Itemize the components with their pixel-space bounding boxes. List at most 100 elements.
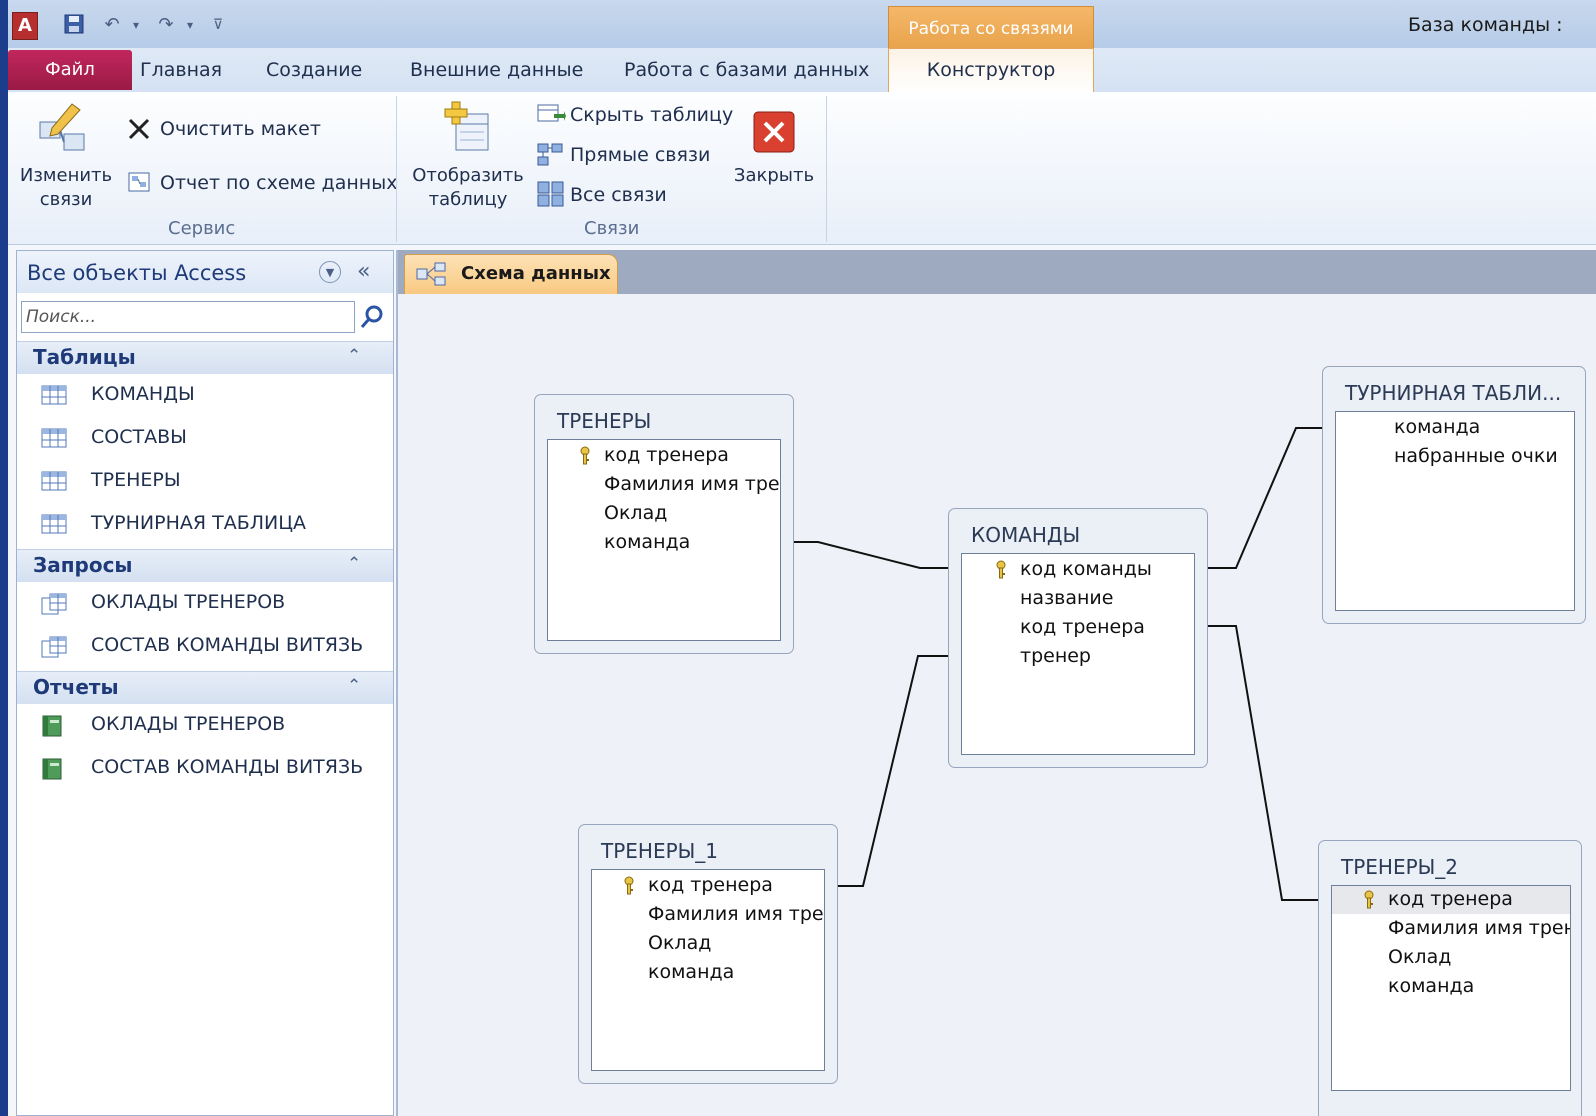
nav-section-queries[interactable]: Запросы ⌃ — [17, 549, 393, 582]
tab-home[interactable]: Главная — [140, 48, 222, 92]
schema-report-icon[interactable] — [126, 170, 152, 194]
nav-item-report[interactable]: ОКЛАДЫ ТРЕНЕРОВ — [17, 705, 393, 745]
navigation-pane-header[interactable]: Все объекты Access ▼ « — [17, 251, 393, 293]
nav-item-table[interactable]: КОМАНДЫ — [17, 375, 393, 415]
access-app-icon[interactable]: A — [12, 12, 38, 40]
search-input[interactable]: Поиск... — [21, 301, 355, 333]
ribbon-group-divider — [826, 96, 827, 242]
ribbon-tab-row: Файл Главная Создание Внешние данные Раб… — [8, 48, 1596, 94]
query-icon — [41, 593, 67, 615]
field-name[interactable]: тренер — [1020, 645, 1091, 667]
nav-section-tables[interactable]: Таблицы ⌃ — [17, 341, 393, 374]
table-window-komandy[interactable]: КОМАНДЫ код команды название код тренера… — [948, 508, 1208, 768]
document-area: Схема данных ТРЕНЕРЫ код тренера Фамилия… — [396, 250, 1596, 1116]
direct-relationships-button[interactable]: Прямые связи — [570, 144, 710, 166]
field-name[interactable]: код команды — [1020, 558, 1152, 580]
field-name[interactable]: Оклад — [1388, 946, 1451, 968]
context-tab-group-header: Работа со связями — [888, 6, 1094, 50]
ribbon: Изменить связи Очистить макет Отчет по с… — [8, 92, 1596, 245]
edit-relationships-icon[interactable] — [36, 100, 92, 156]
field-name[interactable]: команда — [1388, 975, 1474, 997]
search-icon[interactable] — [357, 301, 387, 333]
shutter-bar-collapse-icon[interactable]: « — [357, 259, 370, 284]
table-window-turnir[interactable]: ТУРНИРНАЯ ТАБЛИ... команда набранные очк… — [1322, 366, 1586, 624]
table-window-title[interactable]: ТРЕНЕРЫ — [557, 409, 651, 433]
redo-icon[interactable]: ↷ — [154, 13, 178, 37]
table-icon — [41, 514, 67, 534]
undo-dropdown-icon[interactable]: ▾ — [124, 13, 148, 37]
tab-database-tools[interactable]: Работа с базами данных — [624, 48, 869, 92]
edit-relationships-label[interactable]: Изменить — [14, 164, 118, 188]
field-name[interactable]: Оклад — [648, 932, 711, 954]
schema-report-button[interactable]: Отчет по схеме данных — [160, 172, 397, 194]
field-name[interactable]: набранные очки — [1394, 445, 1558, 467]
group-service-label: Сервис — [168, 218, 236, 239]
nav-section-reports[interactable]: Отчеты ⌃ — [17, 671, 393, 704]
tab-file[interactable]: Файл — [8, 50, 132, 90]
show-table-label[interactable]: Отобразить — [410, 164, 526, 188]
nav-item-table[interactable]: ТУРНИРНАЯ ТАБЛИЦА — [17, 504, 393, 544]
tab-relationships[interactable]: Схема данных — [404, 254, 618, 294]
chevron-up-icon[interactable]: ⌃ — [347, 676, 361, 696]
tab-create[interactable]: Создание — [266, 48, 362, 92]
field-list[interactable]: код тренера Фамилия имя трен Оклад коман… — [547, 439, 781, 641]
save-icon[interactable] — [62, 13, 86, 37]
field-name[interactable]: Оклад — [604, 502, 667, 524]
undo-icon[interactable]: ↶ — [100, 13, 124, 37]
field-name[interactable]: команда — [1394, 416, 1480, 438]
redo-dropdown-icon[interactable]: ▾ — [178, 13, 202, 37]
field-list[interactable]: код тренера Фамилия имя трен Оклад коман… — [1331, 885, 1571, 1091]
nav-item-table[interactable]: ТРЕНЕРЫ — [17, 461, 393, 501]
table-window-title[interactable]: ТУРНИРНАЯ ТАБЛИ... — [1345, 381, 1561, 405]
field-name[interactable]: команда — [648, 961, 734, 983]
hide-table-icon[interactable] — [536, 102, 566, 126]
table-window-title[interactable]: КОМАНДЫ — [971, 523, 1080, 547]
field-name[interactable]: Фамилия имя трен — [604, 473, 780, 495]
key-icon — [622, 876, 636, 896]
field-name[interactable]: команда — [604, 531, 690, 553]
field-name[interactable]: код тренера — [1020, 616, 1145, 638]
direct-relationships-icon[interactable] — [536, 142, 566, 168]
field-name[interactable]: код тренера — [604, 444, 729, 466]
field-list[interactable]: код тренера Фамилия имя трен Оклад коман… — [591, 869, 825, 1071]
navigation-pane-title[interactable]: Все объекты Access — [27, 261, 246, 285]
nav-item-label: ОКЛАДЫ ТРЕНЕРОВ — [91, 591, 286, 613]
clear-layout-button[interactable]: Очистить макет — [160, 118, 321, 140]
customize-qat-icon[interactable]: ⊽ — [206, 13, 230, 37]
nav-item-label: СОСТАВЫ — [91, 426, 187, 448]
field-name[interactable]: код тренера — [1388, 888, 1513, 910]
chevron-up-icon[interactable]: ⌃ — [347, 346, 361, 366]
clear-layout-icon[interactable] — [126, 116, 152, 142]
nav-item-label: ТРЕНЕРЫ — [91, 469, 181, 491]
table-window-trenery-1[interactable]: ТРЕНЕРЫ_1 код тренера Фамилия имя трен О… — [578, 824, 838, 1084]
show-table-label-2[interactable]: таблицу — [410, 188, 526, 212]
table-window-title[interactable]: ТРЕНЕРЫ_1 — [601, 839, 718, 863]
nav-item-query[interactable]: ОКЛАДЫ ТРЕНЕРОВ — [17, 583, 393, 623]
nav-item-query[interactable]: СОСТАВ КОМАНДЫ ВИТЯЗЬ — [17, 626, 393, 666]
close-button[interactable]: Закрыть — [728, 164, 820, 188]
nav-section-label: Запросы — [33, 553, 133, 577]
nav-item-label: ТУРНИРНАЯ ТАБЛИЦА — [91, 512, 307, 534]
table-window-trenery-2[interactable]: ТРЕНЕРЫ_2 код тренера Фамилия имя трен О… — [1318, 840, 1582, 1116]
table-window-trenery[interactable]: ТРЕНЕРЫ код тренера Фамилия имя трен Окл… — [534, 394, 794, 654]
edit-relationships-label-2[interactable]: связи — [14, 188, 118, 212]
relationship-line — [786, 541, 948, 569]
chevron-down-icon[interactable]: ▼ — [319, 261, 341, 283]
chevron-up-icon[interactable]: ⌃ — [347, 554, 361, 574]
tab-design[interactable]: Конструктор — [888, 48, 1094, 94]
table-window-title[interactable]: ТРЕНЕРЫ_2 — [1341, 855, 1458, 879]
field-list[interactable]: код команды название код тренера тренер — [961, 553, 1195, 755]
field-name[interactable]: название — [1020, 587, 1113, 609]
close-relationships-icon[interactable] — [752, 110, 796, 154]
field-name[interactable]: Фамилия имя трен — [648, 903, 824, 925]
nav-item-report[interactable]: СОСТАВ КОМАНДЫ ВИТЯЗЬ — [17, 748, 393, 788]
all-relationships-button[interactable]: Все связи — [570, 184, 667, 206]
nav-item-table[interactable]: СОСТАВЫ — [17, 418, 393, 458]
field-name[interactable]: Фамилия имя трен — [1388, 917, 1570, 939]
field-name[interactable]: код тренера — [648, 874, 773, 896]
hide-table-button[interactable]: Скрыть таблицу — [570, 104, 733, 126]
show-table-icon[interactable] — [442, 100, 494, 156]
tab-external-data[interactable]: Внешние данные — [410, 48, 583, 92]
all-relationships-icon[interactable] — [536, 180, 566, 208]
field-list[interactable]: команда набранные очки — [1335, 411, 1575, 611]
